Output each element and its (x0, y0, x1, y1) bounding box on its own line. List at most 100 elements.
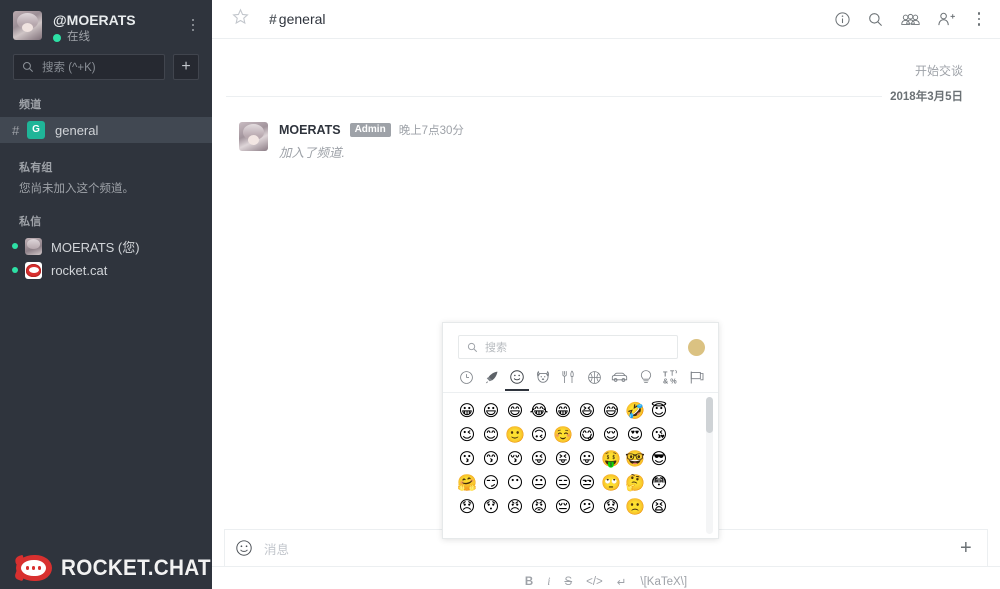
emoji-picker[interactable]: 搜索 T & % 😀 😃 😄 😂 😁 😆 😅 🤣 😇 😉 😊 🙂 🙃 ☺️ 😋 … (442, 322, 719, 539)
strike-button[interactable]: S (564, 576, 572, 588)
katex-button[interactable]: \[KaTeX\] (640, 576, 687, 588)
emoji-button[interactable]: 😄 (503, 399, 527, 423)
emoji-button[interactable]: 😋 (575, 423, 599, 447)
emoji-button[interactable]: 😐 (527, 471, 551, 495)
tab-recent[interactable] (456, 366, 476, 388)
emoji-button[interactable]: 😍 (623, 423, 647, 447)
sidebar-item-dm-moerats[interactable]: MOERATS (您) (0, 234, 212, 258)
emoji-button[interactable]: 😳 (647, 471, 671, 495)
emoji-button[interactable]: 😇 (647, 399, 671, 423)
tab-objects[interactable] (636, 366, 656, 388)
message-username[interactable]: MOERATS (279, 123, 341, 137)
sidebar-user-status[interactable]: 在线 (53, 31, 184, 43)
emoji-button[interactable]: 😜 (527, 447, 551, 471)
tab-travel[interactable] (610, 366, 630, 388)
status-label: 在线 (67, 31, 90, 43)
emoji-button[interactable]: 😊 (479, 423, 503, 447)
emoji-button[interactable]: 😚 (503, 447, 527, 471)
emoji-button[interactable]: 🤗 (455, 471, 479, 495)
emoji-grid[interactable]: 😀 😃 😄 😂 😁 😆 😅 🤣 😇 😉 😊 🙂 🙃 ☺️ 😋 😌 😍 😘 😗 😙 😚 😜 😝 😛 🤑 🤓 😎 🤗 😏 😶 😐 😑 😒 🙄 🤔 😳 😞 😯 😠… (443, 393, 718, 519)
code-button[interactable]: </> (586, 576, 603, 588)
search-icon[interactable] (867, 11, 884, 28)
tab-symbols[interactable]: T & % (661, 366, 681, 388)
tab-nature[interactable] (533, 366, 553, 388)
emoji-button[interactable]: 😛 (575, 447, 599, 471)
tab-activity[interactable] (584, 366, 604, 388)
emoji-button[interactable]: 😑 (551, 471, 575, 495)
info-circle-icon[interactable] (834, 11, 851, 28)
emoji-button[interactable]: 😟 (599, 495, 623, 519)
message-row[interactable]: MOERATS Admin 晚上7点30分 加入了频道. (212, 104, 1000, 161)
emoji-button[interactable]: 😕 (575, 495, 599, 519)
linebreak-button[interactable]: ↵ (617, 575, 627, 589)
emoji-button[interactable]: 🙂 (503, 423, 527, 447)
emoji-button[interactable]: 😁 (551, 399, 575, 423)
skin-tone-swatch[interactable] (688, 338, 705, 356)
members-group-icon[interactable] (900, 12, 921, 27)
plus-icon[interactable]: + (960, 538, 976, 558)
emoji-button[interactable]: 🙁 (623, 495, 647, 519)
emoji-button[interactable]: 😶 (503, 471, 527, 495)
emoji-button[interactable]: 😅 (599, 399, 623, 423)
star-icon[interactable] (232, 8, 252, 30)
emoji-button[interactable]: 😃 (479, 399, 503, 423)
emoji-button[interactable]: 😝 (551, 447, 575, 471)
emoji-button[interactable]: 😏 (479, 471, 503, 495)
rocket-chat-logo-icon (13, 554, 52, 582)
emoji-button[interactable]: 🤣 (623, 399, 647, 423)
emoji-button[interactable]: 🙄 (599, 471, 623, 495)
emoji-button[interactable]: 😉 (455, 423, 479, 447)
rocket-chat-logo-text: ROCKET.CHAT (61, 555, 211, 580)
sidebar-item-label: general (55, 122, 99, 138)
sidebar-user-meta: @MOERATS 在线 (53, 11, 184, 43)
bold-button[interactable]: B (525, 576, 533, 588)
create-new-button[interactable]: + (173, 54, 199, 80)
sidebar-item-dm-rocketcat[interactable]: rocket.cat (0, 258, 212, 282)
smiley-icon[interactable] (235, 539, 253, 557)
tab-people[interactable] (505, 366, 530, 391)
search-input[interactable]: 搜索 (^+K) (13, 54, 165, 80)
add-user-icon[interactable] (937, 11, 956, 27)
emoji-button[interactable]: ☺️ (551, 423, 575, 447)
emoji-picker-search-row: 搜索 (443, 323, 718, 359)
emoji-button[interactable]: 😒 (575, 471, 599, 495)
emoji-grid-scrollbar[interactable] (706, 397, 713, 433)
user-avatar[interactable] (13, 11, 42, 40)
status-online-dot (53, 33, 61, 42)
emoji-button[interactable]: 😀 (455, 399, 479, 423)
emoji-button[interactable]: 😘 (647, 423, 671, 447)
emoji-button[interactable]: 😡 (527, 495, 551, 519)
symbols-icon: T & % (663, 369, 677, 385)
sidebar-options-kebab[interactable] (184, 12, 202, 38)
emoji-button[interactable]: 😗 (455, 447, 479, 471)
italic-button[interactable]: i (547, 576, 550, 588)
message-input[interactable]: 消息 (264, 539, 960, 558)
date-divider-label: 2018年3月5日 (882, 88, 963, 104)
sidebar-item-label: MOERATS (您) (51, 239, 140, 255)
emoji-button[interactable]: 😯 (479, 495, 503, 519)
emoji-button[interactable]: 🙃 (527, 423, 551, 447)
emoji-button[interactable]: 😂 (527, 399, 551, 423)
emoji-button[interactable]: 😎 (647, 447, 671, 471)
start-of-conversation-label: 开始交谈 (914, 64, 963, 78)
emoji-button[interactable]: 🤑 (599, 447, 623, 471)
emoji-button[interactable]: 😙 (479, 447, 503, 471)
message-body: MOERATS Admin 晚上7点30分 加入了频道. (279, 122, 464, 161)
emoji-button[interactable]: 🤓 (623, 447, 647, 471)
emoji-button[interactable]: 😆 (575, 399, 599, 423)
tab-food[interactable] (559, 366, 579, 388)
emoji-button[interactable]: 😔 (551, 495, 575, 519)
sidebar-username[interactable]: @MOERATS (53, 12, 184, 28)
sidebar-section-title-direct-messages: 私信 (19, 216, 42, 228)
emoji-button[interactable]: 🤔 (623, 471, 647, 495)
emoji-button[interactable]: 😠 (503, 495, 527, 519)
emoji-button[interactable]: 😌 (599, 423, 623, 447)
tab-flags[interactable] (687, 366, 707, 388)
emoji-button[interactable]: 😫 (647, 495, 671, 519)
emoji-button[interactable]: 😞 (455, 495, 479, 519)
emoji-search-input[interactable]: 搜索 (458, 335, 678, 359)
kebab-menu-icon[interactable] (972, 12, 986, 26)
tab-custom[interactable] (482, 366, 502, 388)
avatar[interactable] (239, 122, 268, 151)
sidebar-item-general[interactable]: # G general (0, 117, 212, 143)
